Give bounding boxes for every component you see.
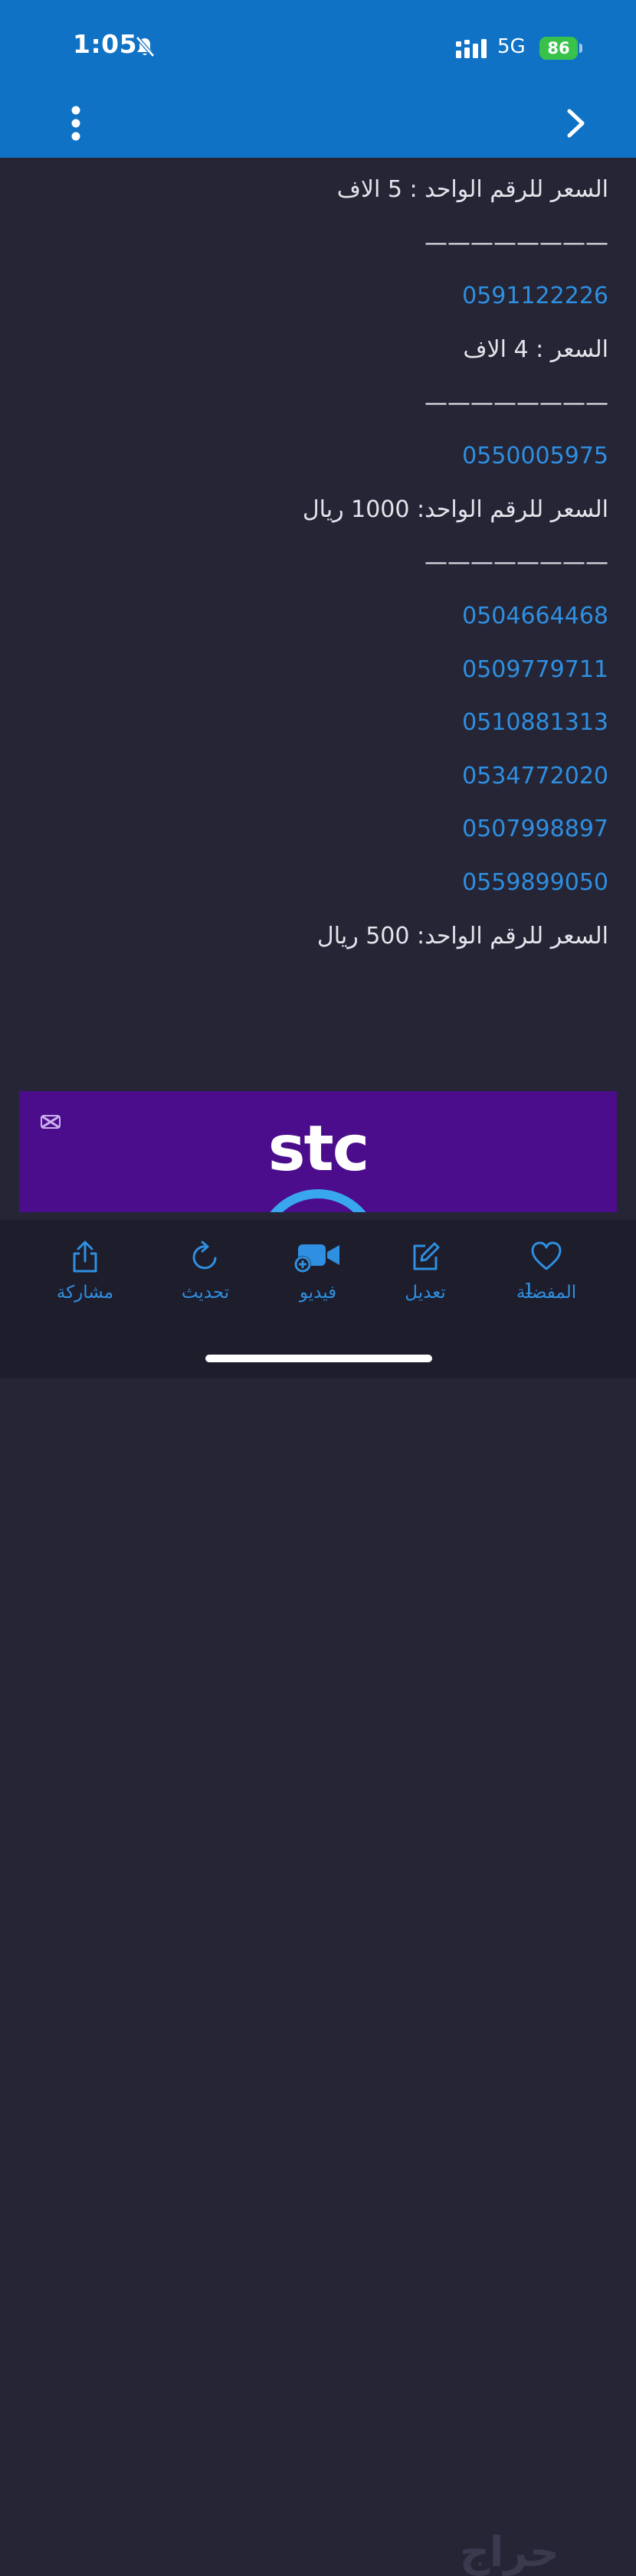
add-video-icon — [293, 1244, 343, 1277]
cellular-signal-icon — [456, 38, 488, 63]
favorite-button[interactable]: 1 المفضلة — [497, 1240, 596, 1303]
network-type: 5G — [497, 35, 526, 58]
price-line: السعر : 4 الاف — [463, 336, 608, 363]
phone-link[interactable]: 0510881313 — [462, 709, 608, 736]
share-label: مشاركة — [56, 1283, 114, 1303]
phone-link[interactable]: 0559899050 — [462, 869, 608, 896]
phone-link[interactable]: 0591122226 — [462, 283, 608, 309]
favorite-label: المفضلة — [516, 1283, 577, 1303]
phone-link[interactable]: 0504664468 — [462, 603, 608, 629]
top-app-bar: 1:05 5G 86 — [0, 0, 636, 158]
video-button[interactable]: فيديو — [268, 1240, 368, 1303]
phone-link[interactable]: 0550005975 — [462, 443, 608, 469]
refresh-icon — [189, 1241, 221, 1277]
phone-link[interactable]: 0534772020 — [462, 763, 608, 789]
divider-line: ———————— — [425, 549, 608, 576]
favorite-count: 1 — [524, 1280, 534, 1298]
price-line: السعر للرقم الواحد: 1000 ريال — [302, 496, 608, 523]
phone-link[interactable]: 0509779711 — [462, 656, 608, 683]
edit-label: تعديل — [405, 1283, 446, 1303]
bell-muted-icon — [135, 36, 155, 60]
refresh-label: تحديث — [181, 1283, 230, 1303]
share-icon — [70, 1241, 100, 1277]
home-indicator[interactable] — [205, 1355, 432, 1362]
chevron-right-icon[interactable] — [566, 108, 587, 142]
video-label: فيديو — [299, 1283, 337, 1303]
heart-icon — [529, 1241, 563, 1277]
edit-icon — [408, 1242, 442, 1277]
edit-button[interactable]: تعديل — [375, 1240, 475, 1303]
more-vertical-icon[interactable] — [70, 106, 82, 144]
ad-banner[interactable]: stc — [19, 1091, 617, 1212]
phone-link[interactable]: 0507998897 — [462, 816, 608, 842]
divider-line: ———————— — [425, 390, 608, 417]
battery-cap — [579, 44, 582, 53]
refresh-button[interactable]: تحديث — [156, 1240, 255, 1303]
divider-line: ———————— — [425, 230, 608, 257]
ad-graphic-ring — [257, 1189, 379, 1212]
battery-indicator: 86 — [539, 37, 578, 60]
share-button[interactable]: مشاركة — [35, 1240, 135, 1303]
status-time: 1:05 — [73, 29, 138, 59]
price-line: السعر للرقم الواحد: 500 ريال — [316, 923, 608, 950]
haraj-watermark: حراج — [460, 2528, 559, 2576]
stc-logo: stc — [267, 1113, 370, 1185]
price-line: السعر للرقم الواحد : 5 الاف — [336, 176, 608, 203]
